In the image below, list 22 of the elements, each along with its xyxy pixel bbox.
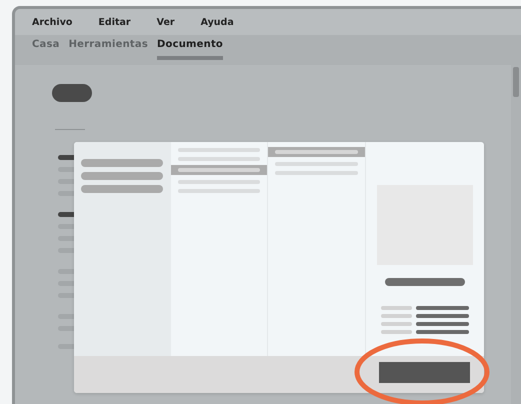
sidebar-item[interactable] bbox=[81, 185, 163, 193]
property-value bbox=[416, 322, 469, 326]
list-row[interactable] bbox=[171, 165, 267, 175]
document-button[interactable] bbox=[52, 84, 92, 102]
property-label bbox=[381, 322, 412, 326]
tab[interactable]: Documento bbox=[157, 35, 223, 60]
list-row[interactable] bbox=[268, 147, 365, 157]
property-label bbox=[381, 314, 412, 318]
confirm-button[interactable] bbox=[379, 362, 470, 383]
property-label bbox=[381, 306, 412, 310]
menu-item[interactable]: Ayuda bbox=[200, 16, 234, 28]
property-value bbox=[416, 314, 469, 318]
sidebar-item[interactable] bbox=[81, 172, 163, 180]
menu-item[interactable]: Editar bbox=[98, 16, 131, 28]
scrollbar-thumb[interactable] bbox=[513, 67, 519, 97]
scrollbar[interactable] bbox=[511, 65, 521, 404]
property-value bbox=[416, 306, 469, 310]
property-label bbox=[381, 330, 412, 334]
menu-item[interactable]: Ver bbox=[156, 16, 175, 28]
property-value bbox=[416, 330, 469, 334]
menu-item[interactable]: Archivo bbox=[32, 16, 72, 28]
sidebar-item[interactable] bbox=[81, 159, 163, 167]
